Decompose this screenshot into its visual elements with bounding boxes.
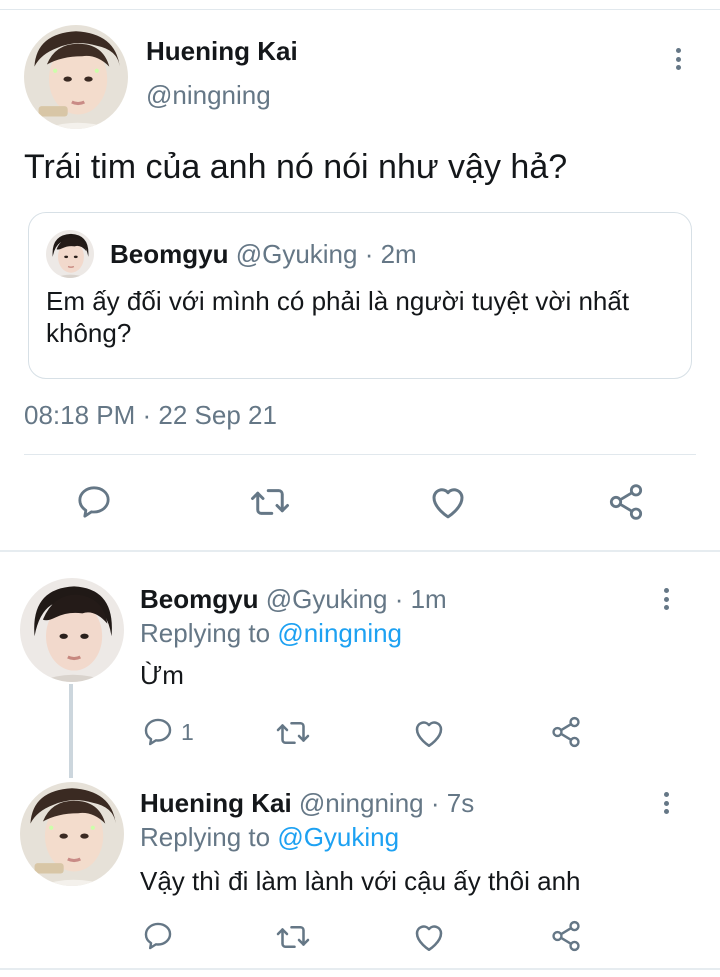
reply-icon[interactable] (140, 918, 176, 954)
more-options-icon[interactable] (654, 788, 678, 818)
tweet-timestamp: 08:18 PM · 22 Sep 21 (24, 400, 277, 430)
reply-icon[interactable] (72, 480, 116, 524)
share-icon[interactable] (548, 918, 584, 954)
reply-icon[interactable] (140, 714, 176, 750)
top-divider (0, 9, 720, 10)
tweet-text: Trái tim của anh nó nói như vậy hả? (24, 148, 568, 186)
author-handle[interactable]: @ningning (146, 80, 271, 111)
more-options-icon[interactable] (666, 44, 690, 74)
quoted-text: Em ấy đối với mình có phải là người tuyệ… (46, 286, 630, 348)
quoted-author-name: Beomgyu (110, 239, 229, 269)
avatar (46, 230, 94, 278)
replying-to-link[interactable]: @ningning (277, 618, 402, 648)
author-name[interactable]: Beomgyu (140, 584, 258, 614)
quoted-time: · 2m (364, 239, 417, 269)
retweet-icon[interactable] (274, 714, 312, 752)
share-icon[interactable] (548, 714, 584, 750)
reply-time: · 1m (394, 584, 447, 614)
more-options-icon[interactable] (654, 584, 678, 614)
retweet-icon[interactable] (248, 480, 292, 524)
divider (24, 454, 696, 455)
bottom-divider (0, 968, 720, 970)
author-handle[interactable]: @ningning (299, 788, 424, 818)
section-divider (0, 550, 720, 552)
author-handle[interactable]: @Gyuking (266, 584, 388, 614)
replying-to-link[interactable]: @Gyuking (277, 822, 399, 852)
author-name[interactable]: Huening Kai (140, 788, 292, 818)
replying-label: Replying to (140, 822, 271, 852)
avatar[interactable] (24, 25, 128, 129)
like-icon[interactable] (410, 918, 448, 956)
replying-label: Replying to (140, 618, 271, 648)
quoted-author-handle: @Gyuking (235, 239, 358, 269)
reply-text: Vậy thì đi làm lành với cậu ấy thôi anh (140, 866, 581, 896)
thread-line (69, 684, 73, 778)
like-icon[interactable] (410, 714, 448, 752)
share-icon[interactable] (604, 480, 648, 524)
reply-count: 1 (181, 719, 194, 745)
avatar[interactable] (20, 578, 124, 682)
reply-time: · 7s (430, 788, 475, 818)
retweet-icon[interactable] (274, 918, 312, 956)
quoted-tweet[interactable]: Beomgyu @Gyuking · 2m Em ấy đối với mình… (28, 212, 692, 379)
like-icon[interactable] (426, 480, 470, 524)
avatar[interactable] (20, 782, 124, 886)
reply-text: Ừm (140, 660, 184, 690)
author-name[interactable]: Huening Kai (146, 36, 298, 67)
